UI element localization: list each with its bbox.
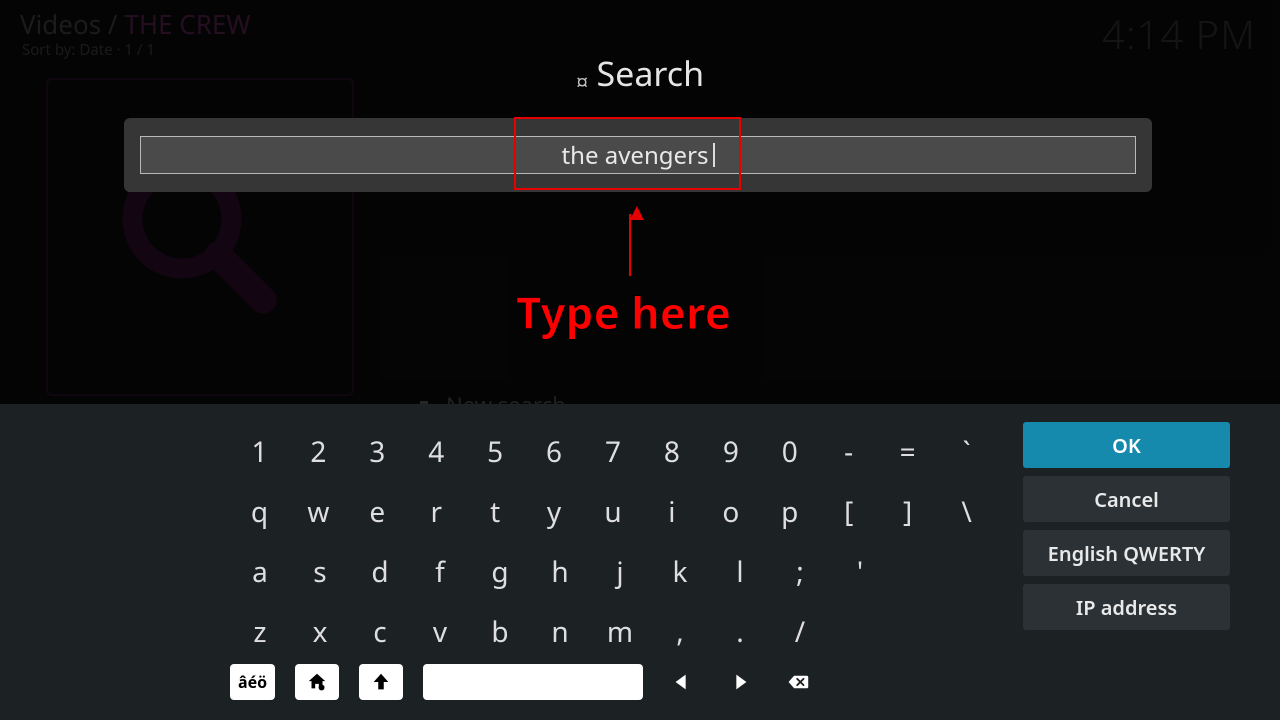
key-\[interactable]: \ xyxy=(937,482,996,542)
key-4[interactable]: 4 xyxy=(407,422,466,482)
cursor-right-key[interactable] xyxy=(721,664,759,700)
keyboard-fn-row: âéö xyxy=(230,664,817,700)
key-'[interactable]: ' xyxy=(830,542,890,602)
backspace-key[interactable] xyxy=(779,664,817,700)
key-9[interactable]: 9 xyxy=(701,422,760,482)
key-b[interactable]: b xyxy=(470,602,530,662)
key-g[interactable]: g xyxy=(470,542,530,602)
key-f[interactable]: f xyxy=(410,542,470,602)
ok-button[interactable]: OK xyxy=(1023,422,1230,468)
key-z[interactable]: z xyxy=(230,602,290,662)
key-d[interactable]: d xyxy=(350,542,410,602)
arrow-right-icon xyxy=(729,671,751,693)
arrow-left-icon xyxy=(671,671,693,693)
key-a[interactable]: a xyxy=(230,542,290,602)
keyboard-row-3: asdfghjkl;' xyxy=(230,542,996,602)
key-r[interactable]: r xyxy=(407,482,466,542)
cancel-button[interactable]: Cancel xyxy=(1023,476,1230,522)
accents-key[interactable]: âéö xyxy=(230,664,275,700)
ip-address-button[interactable]: IP address xyxy=(1023,584,1230,630)
home-lock-icon xyxy=(306,671,328,693)
key-x[interactable]: x xyxy=(290,602,350,662)
key-1[interactable]: 1 xyxy=(230,422,289,482)
key-i[interactable]: i xyxy=(642,482,701,542)
key-y[interactable]: y xyxy=(525,482,584,542)
key-l[interactable]: l xyxy=(710,542,770,602)
key-.[interactable]: . xyxy=(710,602,770,662)
shift-key[interactable] xyxy=(359,664,403,700)
dialog-title: ¤Search xyxy=(0,50,1280,97)
key-e[interactable]: e xyxy=(348,482,407,542)
key-t[interactable]: t xyxy=(466,482,525,542)
key-k[interactable]: k xyxy=(650,542,710,602)
key-2[interactable]: 2 xyxy=(289,422,348,482)
key-3[interactable]: 3 xyxy=(348,422,407,482)
search-input-value: the avengers xyxy=(562,139,709,172)
keyboard-side-buttons: OK Cancel English QWERTY IP address xyxy=(1023,422,1230,630)
key--[interactable]: - xyxy=(819,422,878,482)
key-`[interactable]: ` xyxy=(937,422,996,482)
text-caret-icon xyxy=(713,143,715,167)
cursor-left-key[interactable] xyxy=(663,664,701,700)
key-[[interactable]: [ xyxy=(819,482,878,542)
keyboard-icon: ¤ xyxy=(576,67,589,97)
layout-button[interactable]: English QWERTY xyxy=(1023,530,1230,576)
key-p[interactable]: p xyxy=(760,482,819,542)
key-][interactable]: ] xyxy=(878,482,937,542)
key-n[interactable]: n xyxy=(530,602,590,662)
key-/[interactable]: / xyxy=(770,602,830,662)
key-7[interactable]: 7 xyxy=(584,422,643,482)
key-0[interactable]: 0 xyxy=(760,422,819,482)
key-w[interactable]: w xyxy=(289,482,348,542)
keyboard-row-2: qwertyuiop[]\ xyxy=(230,482,996,542)
key-8[interactable]: 8 xyxy=(642,422,701,482)
key-c[interactable]: c xyxy=(350,602,410,662)
home-shift-key[interactable] xyxy=(295,664,339,700)
keyboard-rows: 1234567890-=` qwertyuiop[]\ asdfghjkl;' … xyxy=(230,422,996,662)
search-input-container: the avengers xyxy=(124,118,1152,192)
keyboard-row-1: 1234567890-=` xyxy=(230,422,996,482)
key-m[interactable]: m xyxy=(590,602,650,662)
key-=[interactable]: = xyxy=(878,422,937,482)
key-;[interactable]: ; xyxy=(770,542,830,602)
keyboard-row-4: zxcvbnm,./ xyxy=(230,602,996,662)
backspace-icon xyxy=(787,671,809,693)
key-j[interactable]: j xyxy=(590,542,650,602)
dialog-title-text: Search xyxy=(596,50,704,96)
key-,[interactable]: , xyxy=(650,602,710,662)
shift-icon xyxy=(370,671,392,693)
key-q[interactable]: q xyxy=(230,482,289,542)
key-6[interactable]: 6 xyxy=(525,422,584,482)
key-5[interactable]: 5 xyxy=(466,422,525,482)
onscreen-keyboard: 1234567890-=` qwertyuiop[]\ asdfghjkl;' … xyxy=(0,404,1280,720)
key-h[interactable]: h xyxy=(530,542,590,602)
search-input[interactable]: the avengers xyxy=(140,136,1136,174)
key-s[interactable]: s xyxy=(290,542,350,602)
key-o[interactable]: o xyxy=(701,482,760,542)
key-v[interactable]: v xyxy=(410,602,470,662)
space-key[interactable] xyxy=(423,664,643,700)
key-u[interactable]: u xyxy=(584,482,643,542)
